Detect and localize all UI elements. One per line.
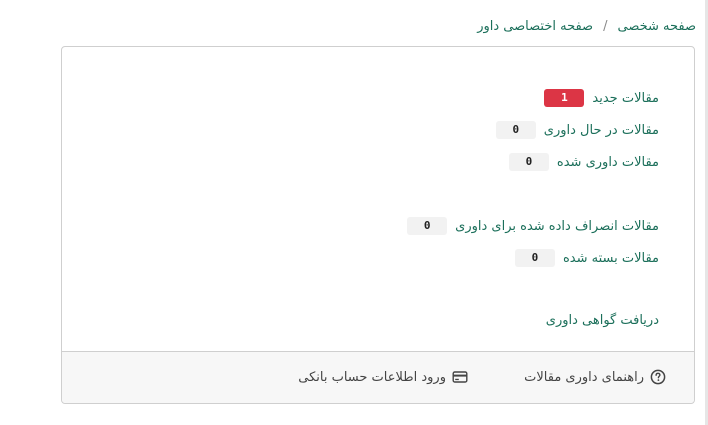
card-footer: راهنمای داوری مقالات ورود اطلاعات حساب ب… xyxy=(62,351,694,403)
stat-closed-count: 0 xyxy=(514,249,555,267)
breadcrumb: صفحه شخصی / صفحه اختصاصی داور xyxy=(477,16,696,36)
credit-card-icon xyxy=(452,369,468,385)
breadcrumb-separator: / xyxy=(603,18,608,34)
question-circle-icon xyxy=(650,369,666,385)
review-guide-label: راهنمای داوری مقالات xyxy=(524,369,644,385)
breadcrumb-home[interactable]: صفحه شخصی xyxy=(617,19,696,34)
stat-reviewed-label[interactable]: مقالات داوری شده xyxy=(557,155,659,170)
bank-account-link[interactable]: ورود اطلاعات حساب بانکی xyxy=(298,369,468,385)
stat-declined-label[interactable]: مقالات انصراف داده شده برای داوری xyxy=(455,219,659,234)
certificate-link[interactable]: دریافت گواهی داوری xyxy=(546,313,659,328)
breadcrumb-reviewer-page[interactable]: صفحه اختصاصی داور xyxy=(477,19,593,34)
stat-in-review-count: 0 xyxy=(495,121,536,139)
stat-new-articles-label[interactable]: مقالات جدید xyxy=(592,91,659,106)
stat-reviewed-count: 0 xyxy=(508,153,549,171)
stat-declined[interactable]: مقالات انصراف داده شده برای داوری 0 xyxy=(407,217,659,235)
certificate-link-row: دریافت گواهی داوری xyxy=(546,313,659,328)
stat-new-articles-count: 1 xyxy=(544,89,585,107)
reviewer-dashboard-card: مقالات جدید 1 مقالات در حال داوری 0 مقال… xyxy=(61,46,695,404)
stat-closed-label[interactable]: مقالات بسته شده xyxy=(563,251,659,266)
review-guide-link[interactable]: راهنمای داوری مقالات xyxy=(524,369,666,385)
stat-declined-count: 0 xyxy=(407,217,448,235)
stat-in-review-label[interactable]: مقالات در حال داوری xyxy=(544,123,659,138)
stat-reviewed[interactable]: مقالات داوری شده 0 xyxy=(508,153,659,171)
bank-account-label: ورود اطلاعات حساب بانکی xyxy=(298,369,446,385)
stat-closed[interactable]: مقالات بسته شده 0 xyxy=(514,249,659,267)
stat-in-review[interactable]: مقالات در حال داوری 0 xyxy=(495,121,659,139)
stat-new-articles[interactable]: مقالات جدید 1 xyxy=(544,89,659,107)
